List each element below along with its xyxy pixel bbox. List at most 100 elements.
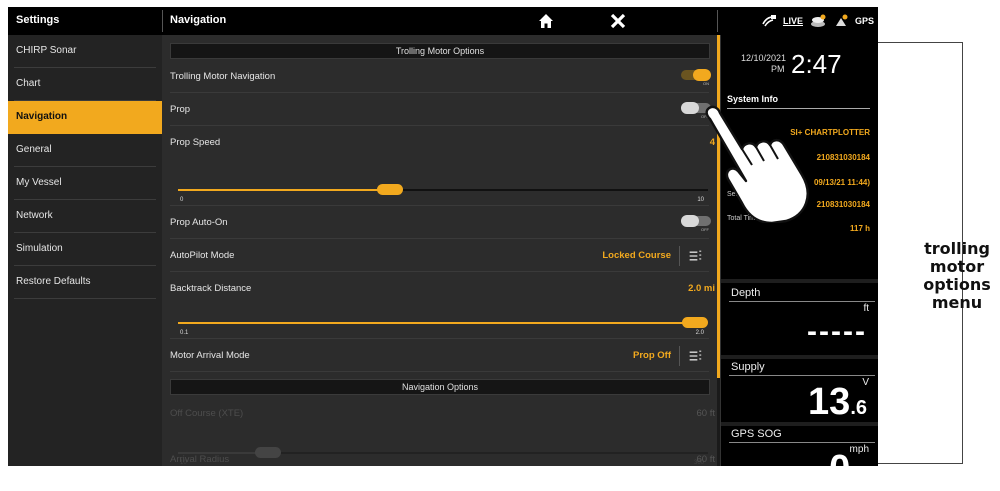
row-backtrack-distance: Backtrack Distance 2.0 mi (162, 272, 717, 305)
gauge-divider (721, 355, 878, 359)
settings-menu: CHIRP Sonar Chart Navigation General My … (8, 35, 162, 466)
menu-item-label: Restore Defaults (16, 276, 91, 287)
home-icon[interactable] (536, 11, 556, 31)
settings-title: Settings (16, 14, 60, 26)
gauge-label: Supply (731, 361, 765, 373)
row-off-course: Off Course (XTE) 60 ft (162, 397, 717, 430)
toggle-state: OFF (701, 227, 709, 232)
slider-fill (178, 322, 695, 324)
gps-sog-value: 0.0 (829, 448, 867, 466)
off-course-value: 60 ft (696, 408, 716, 419)
topbar-divider-right (717, 10, 718, 32)
row-trolling-motor-navigation[interactable]: Trolling Motor Navigation ON (162, 60, 717, 93)
backtrack-distance-value: 2.0 mi (688, 283, 715, 294)
row-label: Off Course (XTE) (170, 408, 244, 419)
row-label: Prop Speed (170, 137, 221, 148)
menu-item-label: Network (16, 210, 53, 221)
supply-value: 13.6 (808, 381, 867, 424)
top-bar: Settings Navigation LIVE GPS (8, 7, 878, 35)
navigation-settings-panel: Trolling Motor Options Trolling Motor Na… (162, 35, 717, 466)
clock: 12/10/2021 PM 2:47 (721, 35, 878, 85)
am-pm: PM (771, 64, 785, 74)
menu-item-label: Simulation (16, 243, 63, 254)
dropdown-list-icon[interactable] (679, 346, 707, 366)
depth-value: ----- (807, 315, 867, 348)
toggle-knob (681, 102, 699, 114)
gps-sog-int: 0 (829, 448, 850, 466)
section-header-trolling-motor-options: Trolling Motor Options (170, 43, 710, 59)
row-label: Prop Auto-On (170, 217, 228, 228)
gps-indicator: GPS (854, 16, 874, 26)
time: 2:47 (791, 49, 842, 79)
pointing-hand-icon (705, 105, 809, 223)
close-icon[interactable] (608, 11, 628, 31)
supply-int: 13 (808, 381, 851, 423)
row-label: Motor Arrival Mode (170, 350, 250, 361)
menu-item-label: CHIRP Sonar (16, 45, 77, 56)
gauge-divider (721, 279, 878, 283)
row-prop-auto-on[interactable]: Prop Auto-On OFF (162, 206, 717, 239)
supply-dec: .6 (850, 397, 867, 419)
menu-item-network[interactable]: Network (8, 200, 162, 233)
gauge-line (729, 301, 875, 302)
chart-layers-icon (810, 14, 826, 27)
gauge-line (729, 375, 875, 376)
row-prop[interactable]: Prop OFF (162, 93, 717, 126)
info-panel: 12/10/2021 PM 2:47 System Info SI+ CHART… (720, 35, 878, 466)
menu-divider (14, 298, 156, 299)
section-header-navigation-options: Navigation Options (170, 379, 710, 395)
satellite-icon (762, 15, 776, 27)
dropdown-list-icon[interactable] (679, 246, 707, 266)
status-icons: LIVE GPS (761, 11, 874, 31)
row-prop-speed-divider (162, 192, 717, 206)
row-label: Arrival Radius (170, 454, 230, 465)
total-time-value: 117 h (849, 224, 870, 233)
callout-label: trolling motor options menu (923, 239, 991, 312)
autopilot-mode-value: Locked Course (602, 250, 671, 261)
menu-item-label: My Vessel (16, 177, 62, 188)
row-divider (170, 371, 709, 372)
menu-item-label: Chart (16, 78, 41, 89)
supply-gauge: Supply V 13.6 (725, 361, 875, 425)
system-info-title: System Info (727, 94, 779, 104)
menu-item-chirp-sonar[interactable]: CHIRP Sonar (8, 35, 162, 68)
menu-item-my-vessel[interactable]: My Vessel (8, 167, 162, 200)
row-label: Backtrack Distance (170, 283, 252, 294)
menu-item-restore-defaults[interactable]: Restore Defaults (8, 266, 162, 299)
gps-sog-dec: .0 (850, 464, 867, 466)
menu-item-general[interactable]: General (8, 134, 162, 167)
menu-item-label: Navigation (16, 111, 68, 122)
menu-item-chart[interactable]: Chart (8, 68, 162, 101)
live-indicator: LIVE (782, 16, 803, 26)
gps-sog-gauge: GPS SOG mph 0.0 (725, 428, 875, 466)
toggle-knob (693, 69, 711, 81)
row-autopilot-mode[interactable]: AutoPilot Mode Locked Course (162, 239, 717, 272)
arrival-radius-value: 60 ft (696, 454, 716, 465)
depth-gauge: Depth ft ----- (725, 287, 875, 359)
page-title: Navigation (170, 14, 227, 26)
gauge-divider (721, 422, 878, 426)
row-prop-speed: Prop Speed 4 (162, 126, 717, 159)
gauge-label: GPS SOG (731, 428, 782, 440)
menu-item-label: General (16, 144, 52, 155)
gauge-label: Depth (731, 287, 761, 299)
toggle-knob (681, 215, 699, 227)
row-label: Prop (170, 104, 191, 115)
fishfinder-screen: Settings Navigation LIVE GPS CHIRP Sonar… (8, 7, 878, 466)
gauge-line (729, 442, 875, 443)
row-motor-arrival-mode[interactable]: Motor Arrival Mode Prop Off (162, 339, 717, 372)
toggle-state: ON (703, 81, 709, 86)
menu-item-navigation[interactable]: Navigation (8, 101, 162, 134)
row-label: AutoPilot Mode (170, 250, 235, 261)
gauge-unit: ft (863, 303, 869, 314)
topbar-divider (162, 10, 163, 32)
menu-item-simulation[interactable]: Simulation (8, 233, 162, 266)
motor-arrival-mode-value: Prop Off (633, 350, 671, 361)
date: 12/10/2021 (741, 53, 787, 63)
trolling-motor-navigation-toggle[interactable]: ON (681, 69, 711, 86)
row-backtrack-divider (162, 325, 717, 339)
row-arrival-radius: Arrival Radius 60 ft (162, 445, 717, 466)
slider-fill (178, 189, 390, 191)
sonar-icon (835, 14, 848, 26)
row-label: Trolling Motor Navigation (170, 71, 276, 82)
